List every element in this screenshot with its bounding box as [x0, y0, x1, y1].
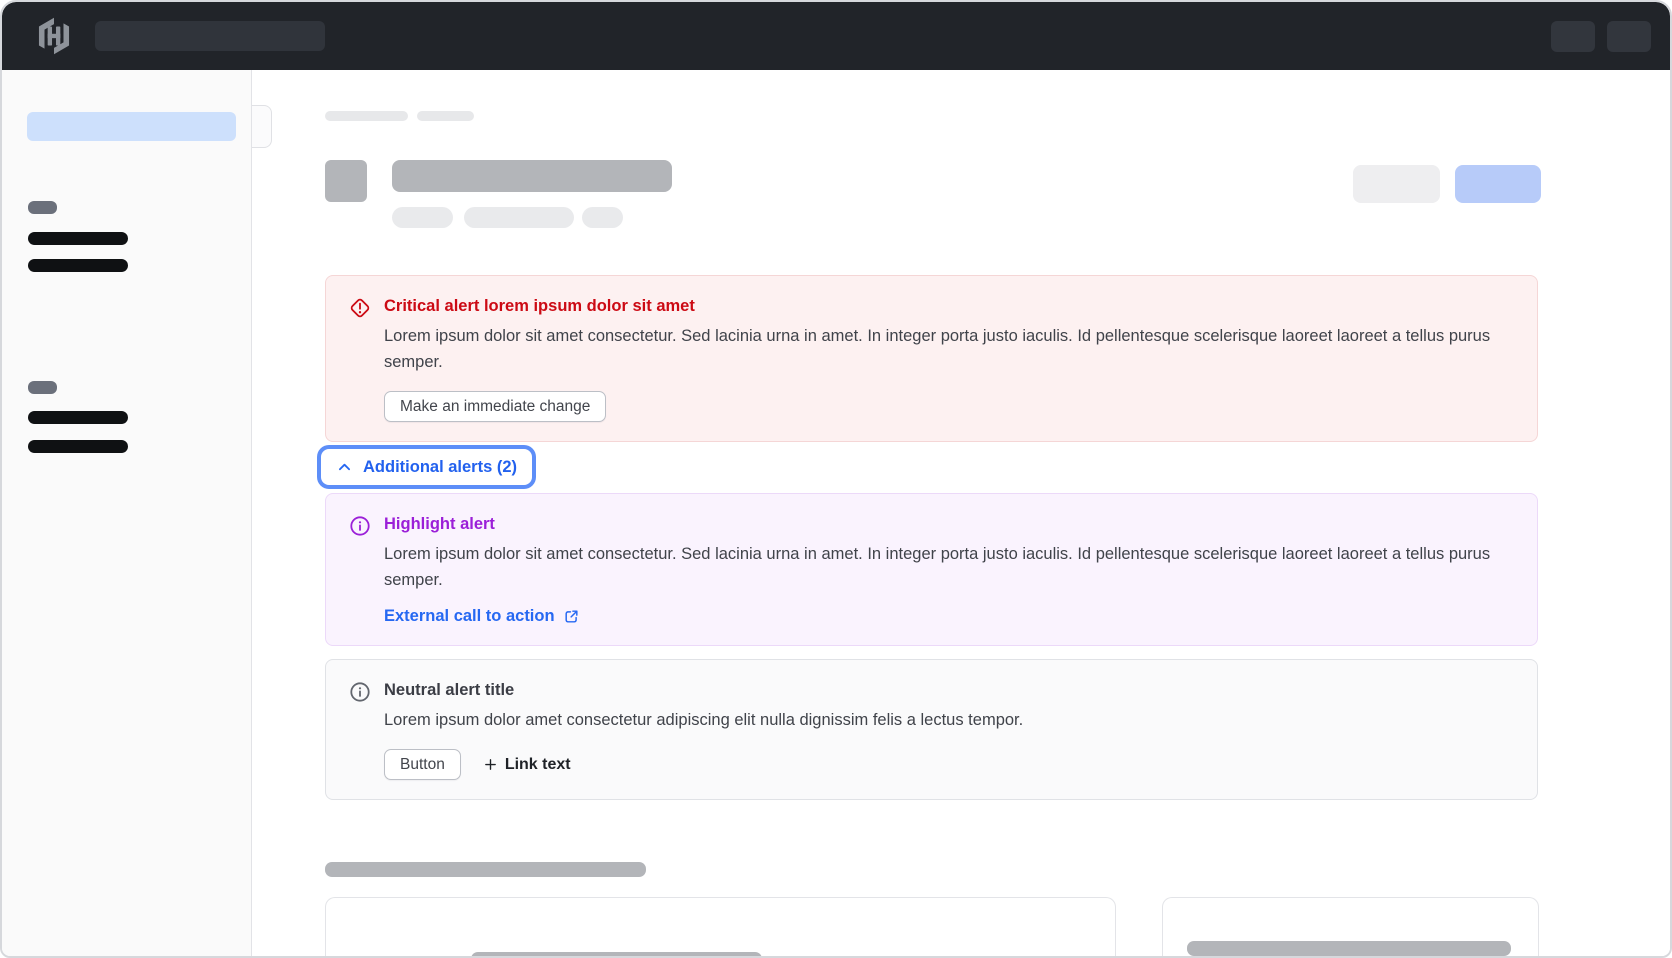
sidebar-section-label-skeleton: [28, 381, 57, 394]
header-secondary-button-skeleton[interactable]: [1353, 165, 1440, 203]
sidebar-section-label-skeleton: [28, 201, 57, 214]
highlight-alert-title: Highlight alert: [384, 513, 1515, 535]
sidebar-item-skeleton: [28, 440, 128, 453]
hashicorp-logo-icon: [35, 17, 73, 55]
alert-diamond-icon: [348, 296, 372, 320]
section-title-skeleton: [325, 862, 646, 877]
search-input[interactable]: [95, 21, 325, 51]
app-window: Critical alert lorem ipsum dolor sit ame…: [0, 0, 1672, 958]
external-call-to-action-link[interactable]: External call to action: [384, 607, 580, 626]
neutral-alert-banner: Neutral alert title Lorem ipsum dolor am…: [325, 659, 1538, 800]
sidebar-item-skeleton: [28, 259, 128, 272]
topbar-button-placeholder-1[interactable]: [1551, 21, 1595, 52]
main-content: Critical alert lorem ipsum dolor sit ame…: [252, 70, 1670, 956]
sidebar-active-item[interactable]: [27, 112, 236, 141]
body-row: Critical alert lorem ipsum dolor sit ame…: [2, 70, 1670, 956]
additional-alerts-toggle[interactable]: Additional alerts (2): [321, 449, 532, 485]
cards-row: [325, 897, 1541, 954]
page-header: [325, 160, 1541, 228]
external-link-label: External call to action: [384, 607, 555, 626]
info-circle-icon: [348, 514, 372, 538]
chevron-up-icon: [336, 459, 353, 476]
header-primary-button-skeleton[interactable]: [1455, 165, 1541, 203]
highlight-alert-body: Lorem ipsum dolor sit amet consectetur. …: [384, 541, 1515, 593]
link-text-action[interactable]: Link text: [483, 756, 571, 774]
additional-alerts-label: Additional alerts (2): [363, 456, 517, 478]
page-title-skeleton: [392, 160, 672, 192]
sidebar-item-skeleton: [28, 411, 128, 424]
sidebar-collapse-handle[interactable]: [252, 105, 272, 148]
make-immediate-change-button[interactable]: Make an immediate change: [384, 391, 606, 422]
breadcrumb-skeleton: [325, 111, 408, 121]
critical-alert-body: Lorem ipsum dolor sit amet consectetur. …: [384, 323, 1515, 375]
link-text-label: Link text: [505, 756, 571, 774]
plus-icon: [483, 757, 498, 772]
badge-skeleton: [582, 207, 623, 228]
badge-skeleton: [392, 207, 453, 228]
external-link-icon: [563, 608, 580, 625]
sidebar: [2, 70, 252, 956]
breadcrumb: [325, 111, 1541, 121]
content-card: [1162, 897, 1539, 956]
info-circle-icon: [348, 680, 372, 704]
badge-row: [392, 207, 672, 228]
neutral-alert-body: Lorem ipsum dolor amet consectetur adipi…: [384, 707, 1515, 733]
card-content-skeleton: [1187, 941, 1511, 956]
highlight-alert-banner: Highlight alert Lorem ipsum dolor sit am…: [325, 493, 1538, 646]
neutral-alert-button[interactable]: Button: [384, 749, 461, 780]
badge-skeleton: [464, 207, 574, 228]
topbar-button-placeholder-2[interactable]: [1607, 21, 1651, 52]
neutral-alert-title: Neutral alert title: [384, 679, 1515, 701]
breadcrumb-skeleton: [417, 111, 474, 121]
page-icon-skeleton: [325, 160, 367, 202]
critical-alert-title: Critical alert lorem ipsum dolor sit ame…: [384, 295, 1515, 317]
top-nav-bar: [2, 2, 1670, 70]
sidebar-item-skeleton: [28, 232, 128, 245]
content-card: [325, 897, 1116, 956]
critical-alert-banner: Critical alert lorem ipsum dolor sit ame…: [325, 275, 1538, 442]
card-content-skeleton: [471, 952, 762, 956]
